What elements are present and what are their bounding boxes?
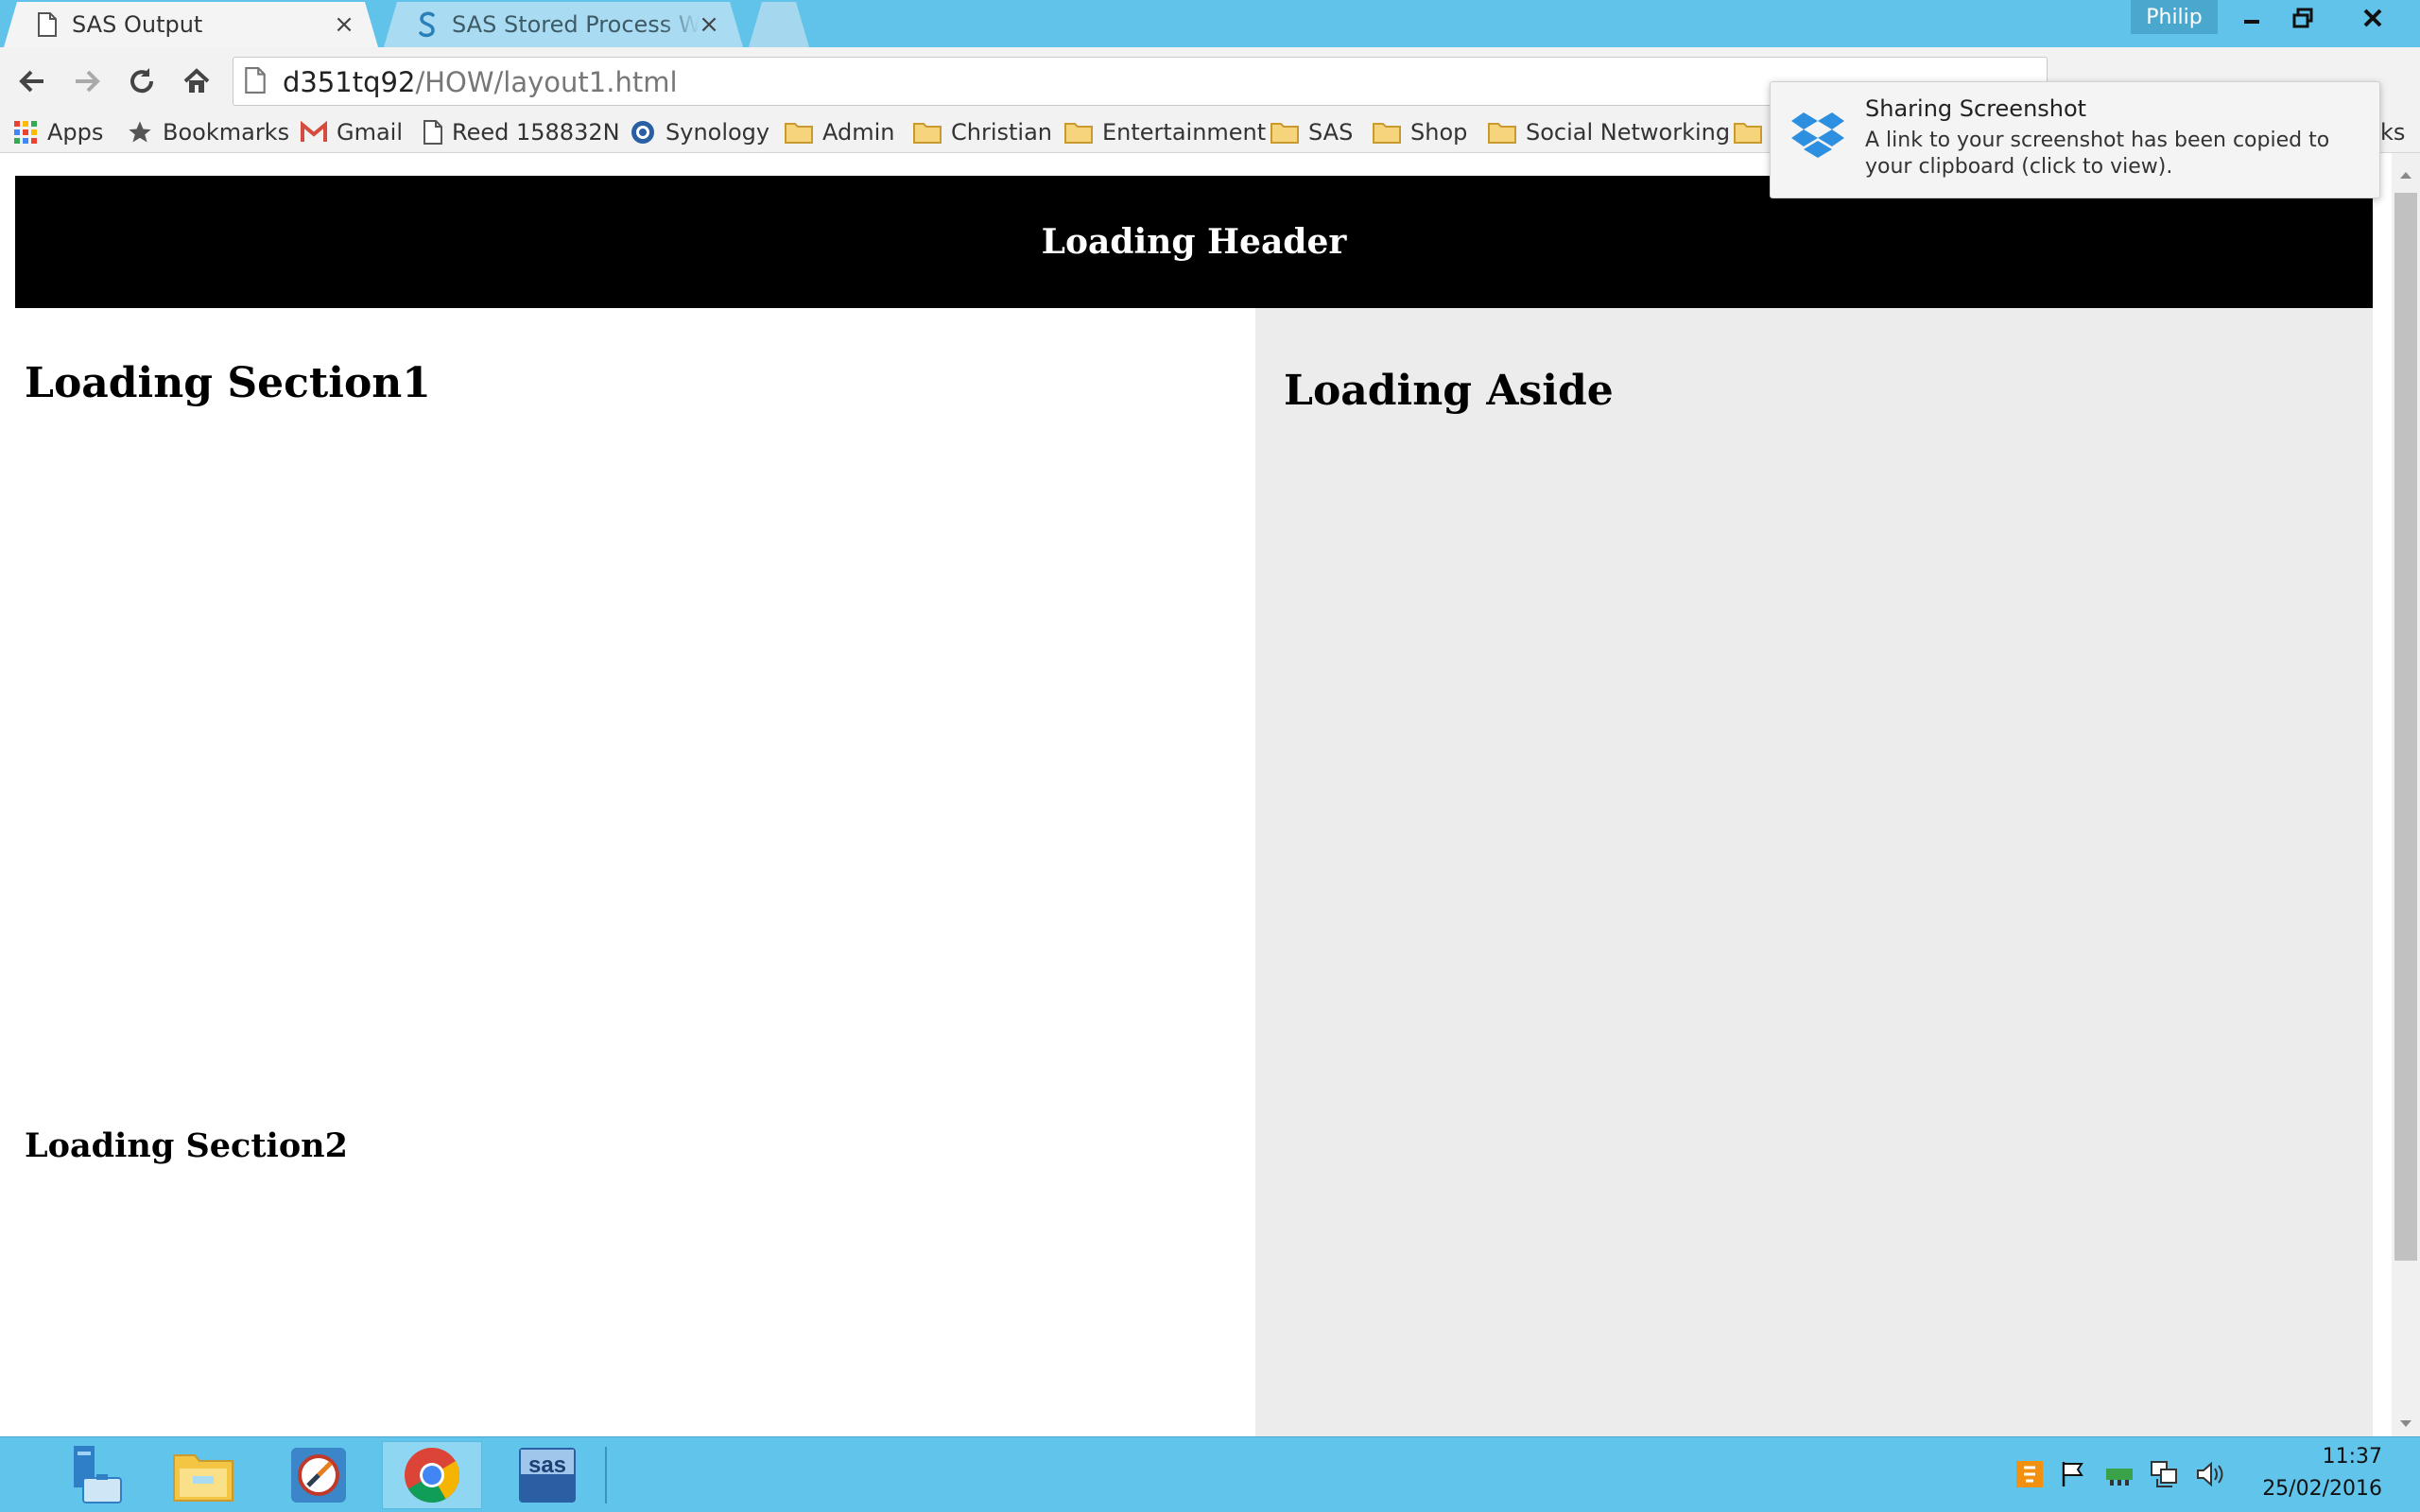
bookmark-label: Shop [1410,119,1468,146]
bookmark-folder-sas[interactable]: SAS [1270,117,1353,147]
bookmark-label: Gmail [337,119,404,146]
page-icon [34,11,60,38]
folder-icon [1734,121,1762,144]
bookmark-label: Synology [666,119,770,146]
apps-grid-icon [13,120,38,145]
chrome-icon[interactable] [382,1441,482,1509]
scroll-up-arrow-icon[interactable] [2398,166,2413,184]
tab-label: SAS Stored Process Web A [452,11,700,38]
close-tab-icon[interactable]: × [331,11,357,38]
bookmark-bookmarks[interactable]: Bookmarks [127,117,289,147]
bookmark-folder-shop[interactable]: Shop [1373,117,1467,147]
dropbox-notification[interactable]: Sharing Screenshot A link to your screen… [1770,81,2380,198]
home-icon[interactable] [178,62,216,100]
bookmark-folder-admin[interactable]: Admin [785,117,895,147]
bookmark-label: ks [2380,119,2406,146]
vertical-scrollbar[interactable] [2392,153,2420,1436]
bookmark-folder-entertainment[interactable]: Entertainment [1064,117,1266,147]
clock-date[interactable]: 25/02/2016 [2250,1477,2382,1501]
clock-time[interactable]: 11:37 [2269,1445,2382,1469]
page-icon [424,120,442,145]
folder-icon [1488,121,1516,144]
bookmark-reed[interactable]: Reed 158832N [424,117,620,147]
java-update-icon[interactable] [2015,1460,2044,1488]
bookmark-gmail[interactable]: Gmail [301,117,403,147]
tab-label: SAS Output [72,11,203,38]
back-arrow-icon[interactable] [13,62,51,100]
aside-panel: Loading Aside [1255,308,2373,1436]
network-icon[interactable] [2150,1460,2178,1488]
close-tab-icon[interactable]: × [696,11,722,38]
url-text: d351tq92/HOW/layout1.html [283,66,678,98]
section2-heading: Loading Section2 [25,1126,348,1165]
section1-heading: Loading Section1 [25,359,431,407]
folder-icon [913,121,942,144]
gmail-icon [301,121,327,144]
folder-icon [1270,121,1299,144]
scroll-down-arrow-icon[interactable] [2398,1416,2413,1434]
bookmark-label: Christian [951,119,1053,146]
synology-icon [630,119,656,146]
other-bookmarks[interactable]: ks [2380,117,2405,147]
bookmark-synology[interactable]: Synology [630,117,769,147]
svg-text:sas: sas [528,1452,566,1478]
bookmark-apps[interactable]: Apps [13,117,103,147]
bookmark-label: Bookmarks [163,119,290,146]
bookmark-label: Apps [47,119,104,146]
aside-heading: Loading Aside [1284,367,1614,415]
bookmark-label: Social Networking [1526,119,1731,146]
bookmark-label: Admin [822,119,895,146]
folder-icon [1373,121,1401,144]
forward-arrow-icon[interactable] [68,62,106,100]
close-window-icon[interactable] [2344,0,2401,36]
network-card-icon[interactable] [2104,1460,2133,1488]
folder-icon [1064,121,1093,144]
profile-button[interactable]: Philip [2131,0,2218,34]
volume-icon[interactable] [2195,1460,2223,1488]
bookmark-label: SAS [1308,119,1354,146]
page-info-icon[interactable] [245,67,266,97]
page-viewport: Loading Header Loading Section1 Loading … [0,153,2392,1436]
folder-icon [785,121,813,144]
minimize-icon[interactable] [2227,0,2276,36]
sas-enterprise-guide-icon[interactable] [268,1441,369,1509]
windows-taskbar: sas 11:37 25/02/2016 [0,1436,2420,1512]
server-manager-icon[interactable] [40,1441,140,1509]
tab-sas-output[interactable]: SAS Output × [4,2,378,47]
browser-titlebar: SAS Output × SAS Stored Process Web A × … [0,0,2420,47]
notification-title: Sharing Screenshot [1865,95,2087,122]
notification-body: A link to your screenshot has been copie… [1865,129,2330,179]
bookmark-folder-partial[interactable] [1734,117,1772,147]
reload-icon[interactable] [123,62,161,100]
bookmark-folder-social-networking[interactable]: Social Networking [1488,117,1730,147]
sas-icon[interactable]: sas [497,1441,597,1509]
bookmark-label: Entertainment [1102,119,1267,146]
restore-icon[interactable] [2278,0,2327,36]
bookmark-folder-christian[interactable]: Christian [913,117,1052,147]
tab-sas-stored-process[interactable]: SAS Stored Process Web A × [384,2,743,47]
scrollbar-thumb[interactable] [2394,193,2417,1261]
new-tab-button[interactable] [749,2,809,47]
file-explorer-icon[interactable] [153,1441,253,1509]
star-icon [127,119,153,146]
bookmark-label: Reed 158832N [452,119,620,146]
dropbox-icon [1789,111,1846,167]
sas-s-icon [414,11,441,38]
taskbar-divider [605,1447,607,1503]
action-center-flag-icon[interactable] [2059,1460,2087,1488]
